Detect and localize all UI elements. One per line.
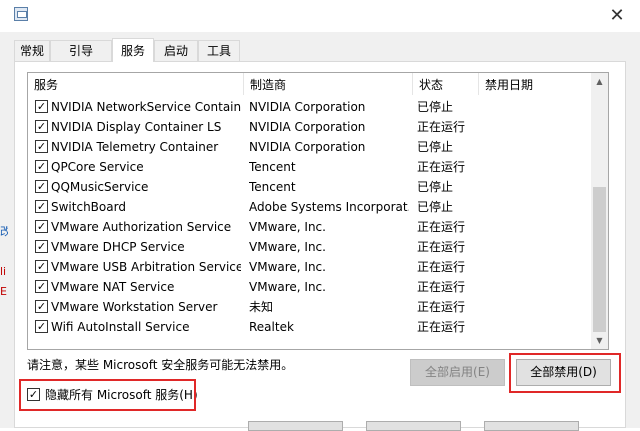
column-header-status[interactable]: 状态: [413, 73, 478, 97]
service-checkbox[interactable]: ✓: [35, 300, 48, 313]
service-status: 正在运行: [417, 280, 466, 294]
service-status: 正在运行: [417, 300, 466, 314]
list-header: 服务 制造商 状态 禁用日期: [28, 73, 593, 97]
service-manufacturer: Realtek: [249, 320, 294, 334]
highlight-box: [509, 353, 621, 393]
service-status: 已停止: [417, 100, 454, 114]
cancel-button[interactable]: [366, 421, 461, 431]
vertical-scrollbar[interactable]: ▲ ▼: [591, 73, 608, 349]
table-row[interactable]: ✓ NVIDIA NetworkService Container NVIDIA…: [28, 97, 593, 117]
scroll-down-icon[interactable]: ▼: [591, 332, 608, 349]
background-window-text: E: [0, 286, 7, 298]
table-row[interactable]: ✓ SwitchBoard Adobe Systems Incorporat..…: [28, 197, 593, 217]
service-manufacturer: 未知: [249, 300, 274, 314]
service-name: SwitchBoard: [51, 200, 126, 214]
service-name: VMware Authorization Service: [51, 220, 232, 234]
tab-startup[interactable]: 启动: [154, 40, 198, 61]
service-manufacturer: Adobe Systems Incorporat...: [249, 200, 409, 214]
service-checkbox[interactable]: ✓: [35, 320, 48, 333]
service-status: 正在运行: [417, 320, 466, 334]
service-status: 已停止: [417, 140, 454, 154]
msconfig-icon: [14, 7, 28, 21]
service-status: 正在运行: [417, 220, 466, 234]
service-manufacturer: VMware, Inc.: [249, 280, 326, 294]
service-checkbox[interactable]: ✓: [35, 160, 48, 173]
background-window-text: 改: [0, 226, 8, 238]
service-name: VMware NAT Service: [51, 280, 175, 294]
tab-tools[interactable]: 工具: [198, 40, 240, 61]
title-bar: ✕: [0, 0, 640, 32]
service-checkbox[interactable]: ✓: [35, 240, 48, 253]
service-status: 正在运行: [417, 160, 466, 174]
service-name: QPCore Service: [51, 160, 144, 174]
service-manufacturer: VMware, Inc.: [249, 260, 326, 274]
service-name: NVIDIA NetworkService Container: [51, 100, 241, 114]
security-services-note: 请注意，某些 Microsoft 安全服务可能无法禁用。: [27, 358, 294, 372]
service-status: 正在运行: [417, 260, 466, 274]
table-row[interactable]: ✓ VMware DHCP Service VMware, Inc. 正在运行: [28, 237, 593, 257]
service-name: VMware DHCP Service: [51, 240, 185, 254]
table-row[interactable]: ✓ NVIDIA Telemetry Container NVIDIA Corp…: [28, 137, 593, 157]
service-checkbox[interactable]: ✓: [35, 260, 48, 273]
service-status: 正在运行: [417, 240, 466, 254]
service-checkbox[interactable]: ✓: [35, 120, 48, 133]
table-row[interactable]: ✓ VMware Workstation Server 未知 正在运行: [28, 297, 593, 317]
service-manufacturer: Tencent: [249, 180, 296, 194]
ok-button[interactable]: [248, 421, 343, 431]
table-row[interactable]: ✓ Wifi AutoInstall Service Realtek 正在运行: [28, 317, 593, 337]
table-row[interactable]: ✓ QQMusicService Tencent 已停止: [28, 177, 593, 197]
table-row[interactable]: ✓ NVIDIA Display Container LS NVIDIA Cor…: [28, 117, 593, 137]
service-manufacturer: NVIDIA Corporation: [249, 100, 366, 114]
service-checkbox[interactable]: ✓: [35, 220, 48, 233]
service-name: VMware USB Arbitration Service: [51, 260, 241, 274]
apply-button[interactable]: [484, 421, 579, 431]
service-checkbox[interactable]: ✓: [35, 180, 48, 193]
table-row[interactable]: ✓ VMware Authorization Service VMware, I…: [28, 217, 593, 237]
service-name: NVIDIA Telemetry Container: [51, 140, 219, 154]
close-button[interactable]: ✕: [594, 0, 640, 32]
table-row[interactable]: ✓ VMware NAT Service VMware, Inc. 正在运行: [28, 277, 593, 297]
tab-boot[interactable]: 引导: [50, 40, 112, 61]
enable-all-button[interactable]: 全部启用(E): [410, 359, 505, 386]
service-status: 已停止: [417, 180, 454, 194]
services-list[interactable]: 服务 制造商 状态 禁用日期 ✓ NVIDIA NetworkService C…: [27, 72, 609, 350]
tab-services[interactable]: 服务: [112, 38, 154, 62]
service-manufacturer: NVIDIA Corporation: [249, 120, 366, 134]
system-config-window: ✕ 常规 引导 服务 启动 工具 服务 制造商 状态 禁用日期 ✓ NVIDIA…: [0, 0, 640, 431]
service-checkbox[interactable]: ✓: [35, 100, 48, 113]
scroll-up-icon[interactable]: ▲: [591, 73, 608, 90]
column-header-service[interactable]: 服务: [28, 73, 243, 97]
service-manufacturer: Tencent: [249, 160, 296, 174]
service-status: 正在运行: [417, 120, 466, 134]
column-header-manufacturer[interactable]: 制造商: [244, 73, 412, 97]
scrollbar-thumb[interactable]: [593, 187, 606, 332]
service-name: VMware Workstation Server: [51, 300, 218, 314]
highlight-box: [19, 379, 196, 411]
background-window-text: li: [0, 266, 7, 278]
service-manufacturer: NVIDIA Corporation: [249, 140, 366, 154]
tab-general[interactable]: 常规: [14, 40, 50, 61]
service-checkbox[interactable]: ✓: [35, 280, 48, 293]
service-status: 已停止: [417, 200, 454, 214]
service-name: NVIDIA Display Container LS: [51, 120, 222, 134]
service-manufacturer: VMware, Inc.: [249, 240, 326, 254]
table-row[interactable]: ✓ QPCore Service Tencent 正在运行: [28, 157, 593, 177]
column-header-disabled-date[interactable]: 禁用日期: [479, 73, 593, 97]
service-checkbox[interactable]: ✓: [35, 200, 48, 213]
service-checkbox[interactable]: ✓: [35, 140, 48, 153]
table-row[interactable]: ✓ VMware USB Arbitration Service VMware,…: [28, 257, 593, 277]
service-manufacturer: VMware, Inc.: [249, 220, 326, 234]
service-name: Wifi AutoInstall Service: [51, 320, 190, 334]
service-name: QQMusicService: [51, 180, 149, 194]
